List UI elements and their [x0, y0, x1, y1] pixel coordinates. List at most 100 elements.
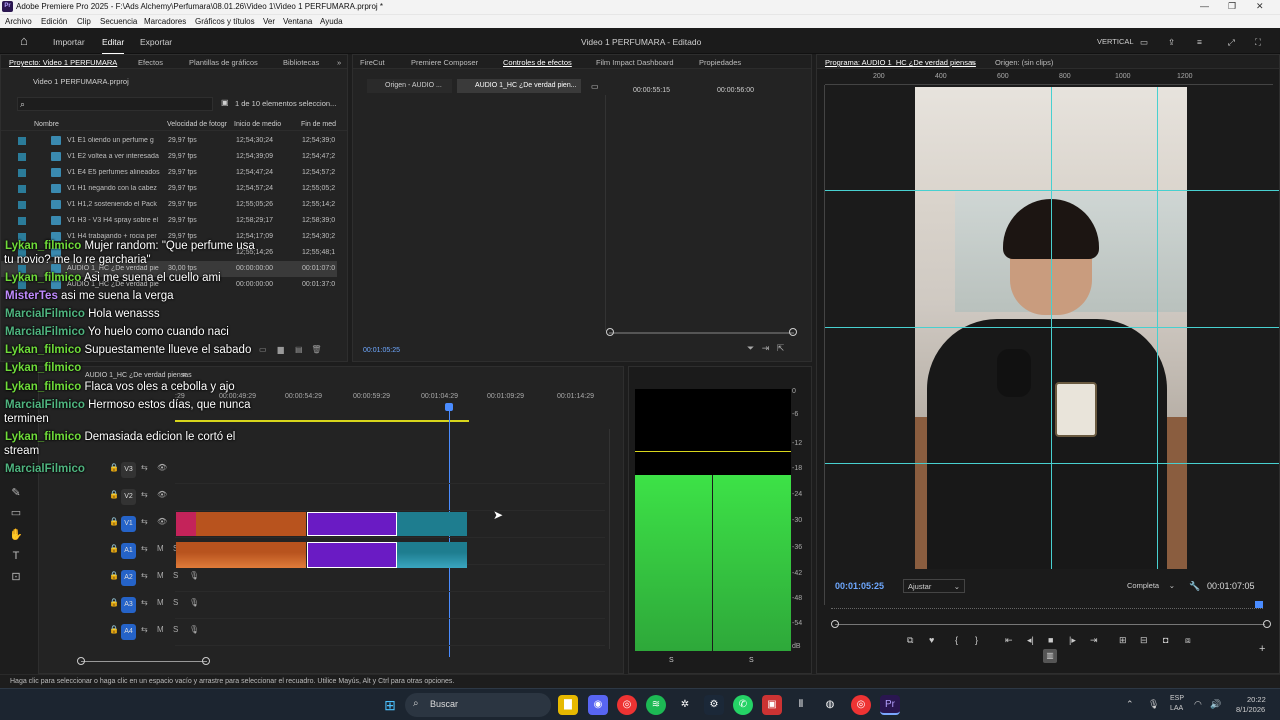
project-item[interactable]: V1 E1 oliendo un perfume g 29,97 fps 12;54… — [1, 133, 337, 149]
close-icon[interactable]: ✕ — [1256, 1, 1264, 12]
solo-right[interactable]: S — [749, 657, 754, 664]
filter-icon[interactable]: ⏷ ⇥ ⇱ — [747, 343, 784, 354]
lock-icon[interactable]: 🔒 — [109, 544, 119, 553]
tab-premiere-composer[interactable]: Premiere Composer — [411, 58, 478, 67]
stop-icon[interactable]: ■ — [1048, 635, 1053, 645]
marker-icon[interactable]: ♥ — [929, 635, 934, 645]
track-name[interactable]: A2 — [121, 570, 136, 586]
zoom-handle-left[interactable] — [77, 657, 85, 665]
track-header-v2[interactable]: 🔒 V2 ⇆ 👁 — [79, 484, 214, 510]
playhead[interactable] — [1255, 601, 1263, 608]
video-clip-pink[interactable] — [176, 512, 196, 536]
scroll-handle-left[interactable] — [606, 328, 614, 336]
track-name[interactable]: A4 — [121, 624, 136, 640]
solo-button[interactable]: S — [173, 571, 178, 580]
program-timeline-ruler[interactable] — [831, 603, 1263, 609]
audio-clip-purple[interactable] — [307, 542, 397, 568]
clock-date[interactable]: 8/1/2026 — [1236, 705, 1265, 714]
volume-icon[interactable]: 🔊 — [1210, 699, 1221, 710]
app-icon[interactable]: ▣ — [762, 695, 782, 715]
share-icon[interactable]: ⇪ — [1168, 37, 1175, 48]
playhead-handle[interactable] — [445, 403, 453, 411]
chrome-icon[interactable]: ◎ — [617, 695, 637, 715]
tab-properties[interactable]: Propiedades — [699, 58, 741, 67]
source-subtab[interactable]: Origen - AUDIO ... — [367, 79, 452, 93]
nav-exportar[interactable]: Exportar — [140, 37, 172, 47]
solo-button[interactable]: S — [173, 598, 178, 607]
marker-out-icon[interactable]: ⧉ — [907, 635, 913, 646]
project-item[interactable]: V1 E2 voltea a ver interesada 29,97 fps 12… — [1, 149, 337, 165]
discord-icon[interactable]: ◉ — [588, 695, 608, 715]
track-name[interactable]: V2 — [121, 489, 136, 505]
lock-icon[interactable]: 🔒 — [109, 625, 119, 634]
file-explorer-icon[interactable]: ▇ — [558, 695, 578, 715]
lock-icon[interactable]: 🔒 — [109, 598, 119, 607]
rectangle-icon[interactable]: ▭ — [8, 506, 24, 522]
zoom-handle-left[interactable] — [831, 620, 839, 628]
caption-icon[interactable]: ⊡ — [8, 570, 24, 586]
pen-icon[interactable]: ✎ — [8, 486, 24, 502]
eye-icon[interactable]: 👁 — [157, 490, 167, 499]
project-item[interactable]: V1 E4 E5 perfumes alineados 29,97 fps 12;5… — [1, 165, 337, 181]
sequence-subtab[interactable]: AUDIO 1_HC ¿De verdad pien... — [457, 79, 581, 93]
timeline-zoom-bar[interactable] — [81, 661, 207, 662]
expand-icon[interactable]: ⤢ — [1228, 37, 1235, 48]
list-icon[interactable]: ≡ — [1197, 37, 1202, 47]
mute-button[interactable]: M — [157, 571, 164, 580]
wifi-icon[interactable]: ◠ — [1194, 699, 1202, 710]
sync-icon[interactable]: ⇆ — [141, 490, 148, 499]
zoom-handle-right[interactable] — [1263, 620, 1271, 628]
tab-firecut[interactable]: FireCut — [360, 58, 385, 67]
track-name[interactable]: A3 — [121, 597, 136, 613]
fit-select[interactable]: Ajustar ⌄ — [903, 579, 965, 593]
more-tabs-icon[interactable]: » — [337, 58, 341, 67]
microphone-icon[interactable]: 🎙 — [189, 625, 199, 634]
step-forward-icon[interactable]: |▸ — [1069, 635, 1076, 646]
lang-1[interactable]: ESP — [1170, 695, 1184, 702]
sync-icon[interactable]: ⇆ — [141, 544, 148, 553]
track-header-a2[interactable]: 🔒 A2 ⇆ M S 🎙 — [79, 565, 214, 591]
menu-archivo[interactable]: Archivo — [5, 17, 32, 26]
step-back-icon[interactable]: ◂| — [1027, 635, 1034, 646]
obs-icon[interactable]: ◍ — [820, 695, 840, 715]
solo-left[interactable]: S — [669, 657, 674, 664]
microphone-icon[interactable]: 🎙 — [189, 598, 199, 607]
zoom-handle-right[interactable] — [202, 657, 210, 665]
video-clip-teal[interactable] — [397, 512, 467, 536]
app-icon[interactable]: ⦀ — [791, 695, 811, 715]
microphone-icon[interactable]: 🎙 — [1148, 699, 1159, 710]
audio-clip-orange[interactable] — [176, 542, 306, 568]
menu-graficos[interactable]: Gráficos y títulos — [195, 17, 255, 26]
menu-edicion[interactable]: Edición — [41, 17, 67, 26]
tab-project[interactable]: Proyecto: Video 1 PERFUMARA — [9, 58, 117, 67]
project-item[interactable]: V1 H3 - V3 H4 spray sobre el 29,97 fps 12;… — [1, 213, 337, 229]
lock-icon[interactable]: 🔒 — [109, 490, 119, 499]
menu-clip[interactable]: Clip — [77, 17, 91, 26]
track-header-a3[interactable]: 🔒 A3 ⇆ M S 🎙 — [79, 592, 214, 618]
premiere-taskbar-icon[interactable]: Pr — [880, 695, 900, 715]
panel-icon[interactable]: ▭ — [1140, 37, 1148, 48]
spotify-icon[interactable]: ≋ — [646, 695, 666, 715]
whatsapp-icon[interactable]: ✆ — [733, 695, 753, 715]
col-end[interactable]: Fin de med — [301, 121, 336, 128]
quality-select[interactable]: Completa ⌄ — [1123, 579, 1177, 593]
go-to-in-icon[interactable]: ⇤ — [1005, 635, 1013, 646]
type-icon[interactable]: T — [8, 550, 24, 566]
tab-effect-controls[interactable]: Controles de efectos — [503, 58, 572, 67]
clock-time[interactable]: 20:22 — [1247, 695, 1266, 704]
in-point-icon[interactable]: { — [955, 635, 958, 645]
sync-icon[interactable]: ⇆ — [141, 625, 148, 634]
project-item[interactable]: V1 H1,2 sosteniendo el Pack 29,97 fps 12;5… — [1, 197, 337, 213]
out-point-icon[interactable]: } — [975, 635, 978, 645]
tab-libraries[interactable]: Bibliotecas — [283, 58, 319, 67]
sync-icon[interactable]: ⇆ — [141, 517, 148, 526]
maximize-icon[interactable]: ❐ — [1228, 1, 1236, 12]
col-fps[interactable]: Velocidad de fotogr — [167, 121, 227, 128]
program-timecode[interactable]: 00:01:05:25 — [835, 581, 884, 591]
windows-start-icon[interactable]: ⊞ — [380, 695, 400, 715]
steam-icon[interactable]: ⚙ — [704, 695, 724, 715]
bin-icon[interactable]: ▣ — [221, 98, 229, 107]
track-name[interactable]: A1 — [121, 543, 136, 559]
search-input[interactable]: ⌕ — [17, 97, 213, 111]
lock-icon[interactable]: 🔒 — [109, 517, 119, 526]
